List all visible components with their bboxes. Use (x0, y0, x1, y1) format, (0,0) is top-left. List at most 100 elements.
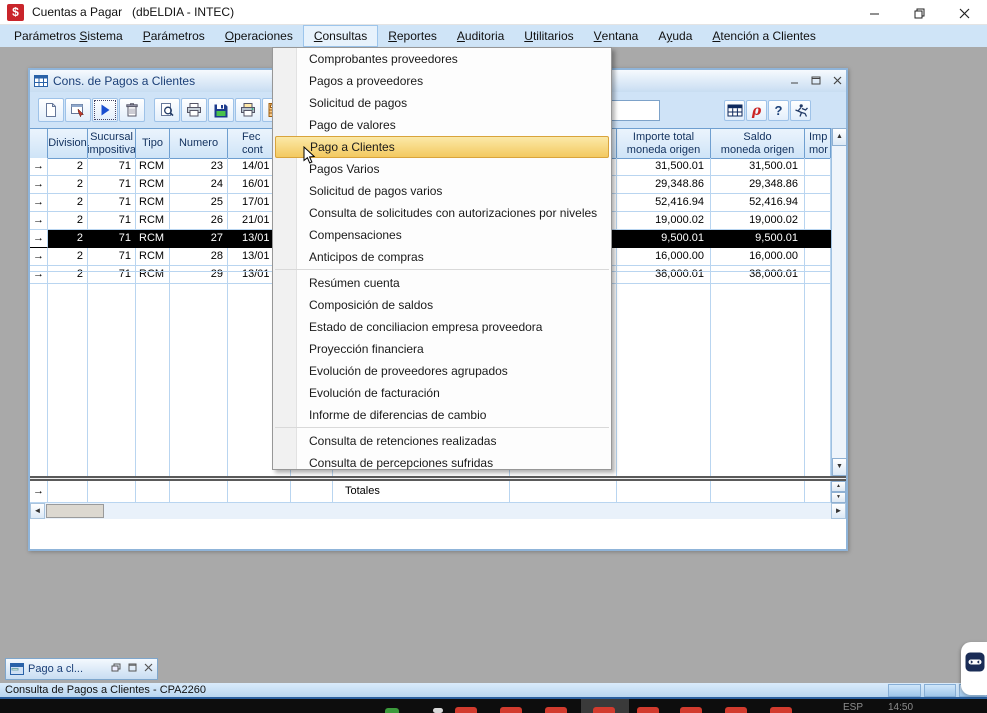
taskbar-icon[interactable] (500, 707, 522, 713)
menu-item-evolucion-proveedores[interactable]: Evolución de proveedores agrupados (273, 360, 611, 382)
minimize-icon (869, 8, 880, 19)
minimize-button[interactable] (852, 0, 897, 25)
menu-item-composicion-de-saldos[interactable]: Composición de saldos (273, 294, 611, 316)
menu-utilitarios[interactable]: Utilitarios (514, 25, 583, 47)
run-button[interactable] (92, 98, 118, 122)
minimized-window-buttons (111, 663, 153, 675)
taskbar-icon[interactable] (680, 707, 702, 713)
save-button[interactable] (208, 98, 234, 122)
menu-item-proyeccion-financiera[interactable]: Proyección financiera (273, 338, 611, 360)
new-document-icon (43, 102, 59, 118)
menu-reportes[interactable]: Reportes (378, 25, 447, 47)
min-close-button[interactable] (144, 663, 153, 675)
statusbar: Consulta de Pagos a Clientes - CPA2260 (0, 683, 987, 699)
taskbar-clock[interactable]: 14:50 (888, 702, 913, 713)
totals-row: → Totales (30, 481, 831, 503)
export-print-button[interactable] (235, 98, 261, 122)
taskbar-icon[interactable] (593, 707, 615, 713)
taskbar-icon[interactable] (725, 707, 747, 713)
menu-atencion-clientes[interactable]: Atención a Clientes (702, 25, 825, 47)
scroll-left-arrow[interactable]: ◄ (30, 503, 45, 519)
delete-button[interactable] (119, 98, 145, 122)
menu-parametros-sistema[interactable]: Parámetros Sistema (4, 25, 133, 47)
child-restore-button[interactable] (811, 74, 821, 88)
scroll-up-arrow[interactable]: ▲ (832, 128, 847, 146)
menu-item-solicitud-de-pagos[interactable]: Solicitud de pagos (273, 92, 611, 114)
menu-ayuda[interactable]: Ayuda (648, 25, 702, 47)
menu-item-consulta-percepciones[interactable]: Consulta de percepciones sufridas (273, 452, 611, 474)
question-mark-icon: ? (775, 103, 783, 118)
taskbar-icon[interactable] (770, 707, 792, 713)
header-tipo[interactable]: Tipo (136, 129, 170, 159)
menu-consultas[interactable]: Consultas (303, 25, 378, 47)
run-icon (97, 102, 113, 118)
open-form-icon (70, 102, 86, 118)
menu-item-estado-conciliacion[interactable]: Estado de conciliacion empresa proveedor… (273, 316, 611, 338)
header-importe-total[interactable]: Importe totalmoneda origen (617, 129, 711, 159)
menu-item-pagos-varios[interactable]: Pagos Varios (273, 158, 611, 180)
child-minimize-button[interactable] (790, 74, 799, 88)
min-maximize-button[interactable] (128, 663, 137, 675)
menu-item-consulta-solicitudes-autorizaciones[interactable]: Consulta de solicitudes con autorizacion… (273, 202, 611, 224)
taskbar-icon[interactable] (637, 707, 659, 713)
close-icon (959, 8, 970, 19)
main-titlebar: $ Cuentas a Pagar (dbELDIA - INTEC) (0, 0, 987, 25)
help-button[interactable]: ? (768, 100, 789, 121)
horizontal-scrollbar[interactable]: ◄ ► (30, 503, 846, 519)
menu-item-compensaciones[interactable]: Compensaciones (273, 224, 611, 246)
close-button[interactable] (942, 0, 987, 25)
menu-operaciones[interactable]: Operaciones (215, 25, 303, 47)
scroll-down-arrow[interactable]: ▼ (832, 458, 847, 476)
consultas-dropdown-menu: Comprobantes proveedores Pagos a proveed… (272, 47, 612, 470)
scroll-right-arrow[interactable]: ► (831, 503, 846, 519)
remote-control-tab[interactable] (961, 642, 987, 695)
child-window-title: Cons. de Pagos a Clientes (53, 74, 195, 88)
preview-button[interactable] (154, 98, 180, 122)
menu-auditoria[interactable]: Auditoria (447, 25, 514, 47)
menu-item-resumen-cuenta[interactable]: Resúmen cuenta (273, 272, 611, 294)
maximize-button[interactable] (897, 0, 942, 25)
menu-item-evolucion-facturacion[interactable]: Evolución de facturación (273, 382, 611, 404)
min-restore-button[interactable] (111, 663, 121, 675)
menu-item-solicitud-de-pagos-varios[interactable]: Solicitud de pagos varios (273, 180, 611, 202)
row-marker: → (30, 194, 48, 212)
child-close-button[interactable] (833, 74, 842, 88)
header-saldo[interactable]: Saldomoneda origen (711, 129, 805, 159)
header-imp-partial[interactable]: Impmor (805, 129, 831, 159)
header-numero[interactable]: Numero (170, 129, 228, 159)
vertical-scrollbar[interactable]: ▲ ▼ (831, 128, 846, 476)
windows-taskbar[interactable]: ESP 14:50 (0, 699, 987, 713)
minimized-pago-window[interactable]: Pago a cl... (5, 658, 158, 680)
header-sucursal[interactable]: Sucursalimpositiva (88, 129, 136, 159)
menu-item-pagos-a-proveedores[interactable]: Pagos a proveedores (273, 70, 611, 92)
menu-parametros[interactable]: Parámetros (133, 25, 215, 47)
taskbar-language[interactable]: ESP (843, 702, 863, 713)
menu-item-comprobantes-proveedores[interactable]: Comprobantes proveedores (273, 48, 611, 70)
taskbar-icon[interactable] (545, 707, 567, 713)
scrollbar-thumb[interactable] (46, 504, 104, 518)
header-division[interactable]: Division (48, 129, 88, 159)
menu-ventana[interactable]: Ventana (584, 25, 649, 47)
menu-item-pago-de-valores[interactable]: Pago de valores (273, 114, 611, 136)
trash-icon (124, 102, 140, 118)
spinner-down-icon[interactable]: ▼ (831, 492, 846, 503)
export-printer-icon (240, 102, 256, 118)
menu-item-informe-diferencias-cambio[interactable]: Informe de diferencias de cambio (273, 404, 611, 426)
menu-item-anticipos-de-compras[interactable]: Anticipos de compras (273, 246, 611, 268)
taskbar-icon[interactable] (455, 707, 477, 713)
form-window-icon (10, 663, 24, 675)
exit-button[interactable] (790, 100, 811, 121)
main-window-title: Cuentas a Pagar (dbELDIA - INTEC) (32, 5, 234, 19)
menu-item-consulta-retenciones[interactable]: Consulta de retenciones realizadas (273, 430, 611, 452)
chart-button[interactable]: ρ (746, 100, 767, 121)
totals-spinner[interactable]: ▲ ▼ (831, 481, 846, 503)
print-button[interactable] (181, 98, 207, 122)
table-button[interactable] (724, 100, 745, 121)
spinner-up-icon[interactable]: ▲ (831, 481, 846, 492)
open-form-button[interactable] (65, 98, 91, 122)
taskbar-icon[interactable] (385, 708, 399, 713)
table-icon (727, 104, 743, 117)
new-button[interactable] (38, 98, 64, 122)
taskbar-icon[interactable] (433, 708, 443, 713)
menu-item-pago-a-clientes[interactable]: Pago a Clientes (275, 136, 609, 158)
